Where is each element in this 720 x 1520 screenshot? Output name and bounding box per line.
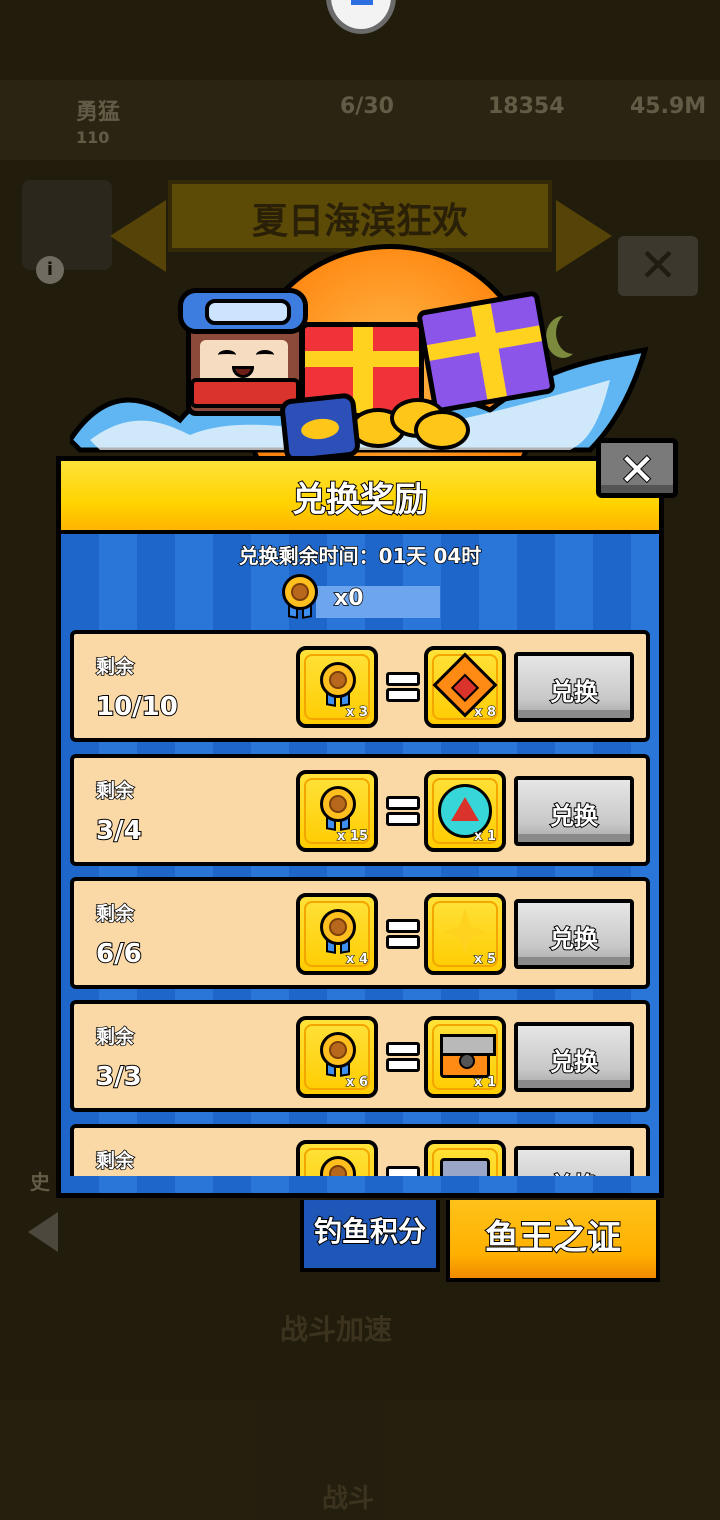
close-button[interactable]: ✕ [596, 438, 678, 498]
cost-quantity: x 6 [346, 1075, 369, 1091]
equals-icon [386, 662, 420, 706]
battle-boost-label: 战斗加速 [280, 1313, 393, 1346]
bookmark-icon [351, 0, 373, 5]
event-close-icon: ✕ [618, 236, 698, 296]
reward-quantity: x 8 [474, 705, 497, 721]
player-name: 勇猛 [76, 100, 121, 125]
cost-tile [296, 1140, 378, 1176]
fish-badge-icon [278, 392, 362, 464]
modal-title: 兑换奖励 [291, 479, 429, 521]
reward-tile: x 1 [424, 770, 506, 852]
battle-tab-label: 战斗 [322, 1484, 375, 1514]
event-arrow-left [110, 200, 166, 272]
info-icon: i [36, 256, 64, 284]
remaining-label: 剩余 [95, 1025, 135, 1049]
reward-tile: x 5 [424, 893, 506, 975]
reward-tile: x 1 [424, 1016, 506, 1098]
medal-icon [320, 662, 356, 707]
reward-row: 剩余 3/3 x 6 x 1 兑换 [70, 1000, 650, 1112]
exchange-button-label: 兑换 [549, 801, 599, 831]
energy-counter: 6/30 [340, 94, 394, 119]
cost-tile: x 4 [296, 893, 378, 975]
reward-row: 剩余 10/10 x 3 x 8 兑换 [70, 630, 650, 742]
exchange-button[interactable]: 兑换 [514, 1022, 634, 1092]
silver-chest-icon [440, 1158, 490, 1176]
character-goggles [178, 288, 308, 334]
character-eye [256, 350, 274, 360]
event-arrow-right [556, 200, 612, 272]
event-title: 夏日海滨狂欢 [251, 201, 468, 242]
tab-fishing-points[interactable]: 钓鱼积分 [300, 1200, 440, 1272]
remaining-count: 3/3 [95, 1061, 143, 1093]
exchange-button[interactable]: 兑换 [514, 899, 634, 969]
cost-tile: x 3 [296, 646, 378, 728]
game-screen: 勇猛 110 6/30 18354 45.9M 夏日海滨狂欢 ✕ i 史 战斗加… [0, 0, 720, 1520]
reward-row: 剩余 6/6 x 4 x 5 兑换 [70, 877, 650, 989]
tab-fish-king-certificate-label: 鱼王之证 [484, 1217, 622, 1259]
reward-row: 剩余兑换 [70, 1124, 650, 1176]
reward-row: 剩余 3/4 x 15 x 1 兑换 [70, 754, 650, 866]
remaining-label: 剩余 [95, 655, 135, 679]
tab-fishing-points-label: 钓鱼积分 [313, 1214, 427, 1249]
reward-quantity: x 5 [474, 952, 497, 968]
goggle-lens [205, 299, 291, 325]
remaining-count: 10/10 [95, 691, 179, 723]
medal-icon [320, 1032, 356, 1077]
exchange-button[interactable]: 兑换 [514, 1146, 634, 1176]
tab-fish-king-certificate[interactable]: 鱼王之证 [446, 1200, 660, 1282]
exchange-button-label: 兑换 [518, 1166, 630, 1176]
exchange-button-label: 兑换 [549, 924, 599, 954]
remaining-label: 剩余 [95, 1149, 135, 1173]
coin-counter: 45.9M [630, 94, 707, 119]
medal-icon [320, 1156, 356, 1176]
medal-icon [320, 786, 356, 831]
coin-pile-icon [350, 398, 470, 450]
reward-quantity: x 1 [474, 829, 497, 845]
close-icon: ✕ [618, 444, 657, 497]
character-eye [218, 350, 236, 360]
medal-balance-count: x0 [333, 585, 364, 612]
gem-counter: 18354 [488, 94, 565, 119]
reward-tile: x 8 [424, 646, 506, 728]
equals-icon [386, 786, 420, 830]
cost-quantity: x 15 [336, 829, 368, 845]
cost-quantity: x 3 [346, 705, 369, 721]
reward-list[interactable]: 剩余 10/10 x 3x 8 兑换 剩余 3/4 x 15 x 1 兑换 剩余 6/6 x 4x 5… [56, 624, 664, 1176]
exchange-button-label: 兑换 [549, 677, 599, 707]
player-level: 110 [76, 128, 110, 147]
exchange-button[interactable]: 兑换 [514, 652, 634, 722]
medal-icon [282, 574, 318, 619]
back-arrow-icon [28, 1212, 58, 1252]
reward-quantity: x 1 [474, 1075, 497, 1091]
purple-gift-icon [415, 290, 557, 414]
exchange-button-label: 兑换 [549, 1047, 599, 1077]
exchange-time-remaining: 兑换剩余时间：01天 04时 [238, 543, 482, 569]
cost-quantity: x 4 [346, 952, 369, 968]
equals-icon [386, 1032, 420, 1076]
equals-icon [386, 1156, 420, 1176]
treasure-chest-icon [440, 1034, 496, 1078]
remaining-count: 6/6 [95, 938, 143, 970]
equals-icon [386, 909, 420, 953]
remaining-label: 剩余 [95, 779, 135, 803]
reward-tile [424, 1140, 506, 1176]
exchange-button[interactable]: 兑换 [514, 776, 634, 846]
medal-icon [320, 909, 356, 954]
remaining-label: 剩余 [95, 902, 135, 926]
cost-tile: x 15 [296, 770, 378, 852]
remaining-count: 3/4 [95, 815, 143, 847]
side-label: 史 [30, 1170, 50, 1194]
cost-tile: x 6 [296, 1016, 378, 1098]
menu-button [22, 180, 112, 270]
